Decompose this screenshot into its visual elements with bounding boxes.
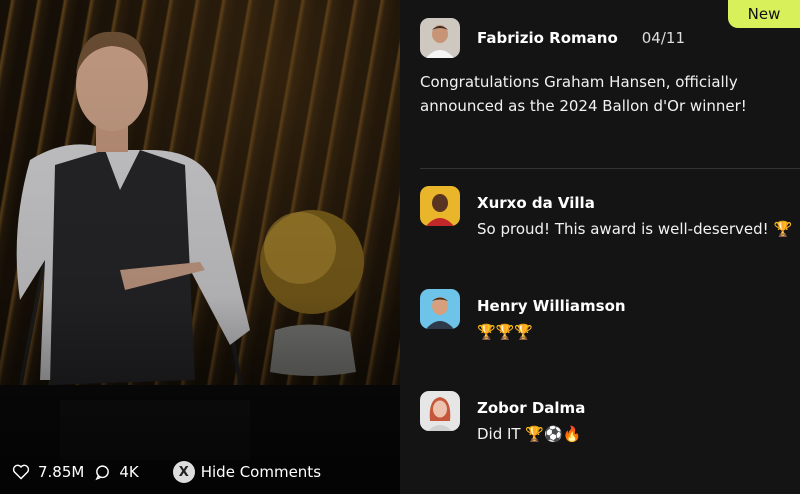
divider [420,168,800,169]
heart-icon [12,464,30,480]
comment-author[interactable]: Henry Williamson [477,297,626,315]
comment-text: 🏆🏆🏆 [477,323,534,341]
comment-item: Zobor Dalma Did IT 🏆⚽🔥 [420,391,790,443]
like-button[interactable]: 7.85M [12,463,84,481]
hide-comments-button[interactable]: X Hide Comments [172,461,322,483]
comment-text: So proud! This award is well-deserved! 🏆 [477,220,793,238]
comment-author[interactable]: Xurxo da Villa [477,194,595,212]
comment-author[interactable]: Zobor Dalma [477,399,585,417]
post-header: Fabrizio Romano 04/11 [420,18,780,58]
comments-feed: New Fabrizio Romano 04/11 Congratulation… [400,0,800,494]
comment-bubble-icon [95,464,110,480]
avatar-image [420,186,460,226]
media-action-bar: 7.85M 4K X Hide Comments [0,450,400,494]
post-date: 04/11 [641,29,685,47]
video-panel[interactable]: 7.85M 4K X Hide Comments [0,0,400,494]
comment-item: Henry Williamson 🏆🏆🏆 [420,289,790,341]
main-post: Fabrizio Romano 04/11 Congratulations Gr… [420,18,780,118]
avatar[interactable] [420,391,460,431]
post-author[interactable]: Fabrizio Romano [477,29,618,47]
avatar-image [420,18,460,58]
avatar[interactable] [420,289,460,329]
comment-count-button[interactable]: 4K [94,463,139,481]
comment-text: Did IT 🏆⚽🔥 [477,425,582,443]
like-count: 7.85M [38,463,85,481]
avatar[interactable] [420,186,460,226]
comment-item: Xurxo da Villa So proud! This award is w… [420,186,792,238]
hide-comments-label: Hide Comments [200,463,322,481]
post-text: Congratulations Graham Hansen, officiall… [420,73,747,115]
x-button-icon: X [172,461,195,483]
avatar[interactable] [420,18,460,58]
avatar-image [420,391,460,431]
comment-count: 4K [119,463,139,481]
avatar-image [420,289,460,329]
